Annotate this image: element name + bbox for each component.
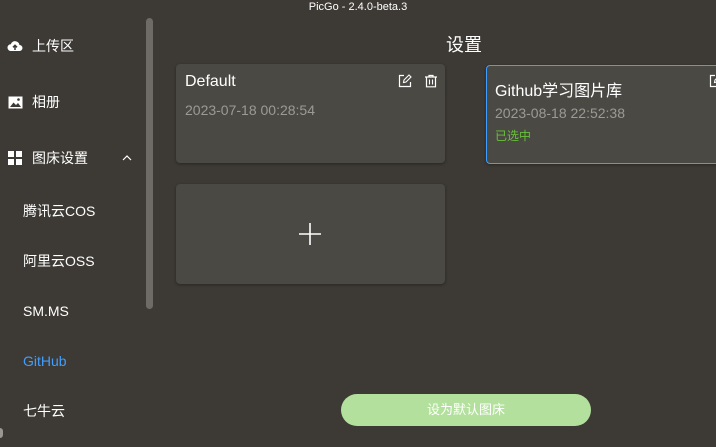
- sidebar-subitem-github[interactable]: GitHub: [23, 346, 143, 376]
- window-edge-handle: [0, 428, 3, 438]
- page-title: 设置: [446, 35, 482, 55]
- config-name: Github学习图片库: [495, 83, 623, 100]
- sidebar-subitem-smms[interactable]: SM.MS: [23, 296, 143, 326]
- sidebar-item-picbed-settings[interactable]: 图床设置: [0, 138, 145, 178]
- set-default-picbed-button[interactable]: 设为默认图床: [341, 394, 591, 426]
- plus-icon: [299, 223, 321, 245]
- sidebar-subitem-tencent-cos[interactable]: 腾讯云COS: [23, 196, 143, 226]
- sidebar: 上传区 相册 图床设置 腾讯云COS 阿里云OSS SM.MS GitHub 七…: [0, 14, 150, 447]
- sidebar-subitem-qiniu[interactable]: 七牛云: [23, 396, 143, 426]
- picgo-window: PicGo - 2.4.0-beta.3 上传区 相册 图床设置 腾讯云COS …: [0, 0, 716, 447]
- sidebar-item-upload[interactable]: 上传区: [0, 26, 145, 66]
- config-time: 2023-08-18 22:52:38: [495, 105, 625, 121]
- picture-icon: [7, 94, 23, 110]
- window-title: PicGo - 2.4.0-beta.3: [308, 1, 408, 13]
- sidebar-item-label: 图床设置: [32, 150, 88, 166]
- edit-icon[interactable]: [398, 74, 412, 88]
- edit-icon[interactable]: [709, 74, 716, 88]
- chevron-up-icon[interactable]: [121, 151, 133, 163]
- config-name: Default: [185, 73, 236, 90]
- config-card-default[interactable]: Default 2023-07-18 00:28:54: [176, 64, 445, 163]
- sidebar-subitem-aliyun-oss[interactable]: 阿里云OSS: [23, 246, 143, 276]
- sidebar-item-gallery[interactable]: 相册: [0, 82, 145, 122]
- sidebar-item-label: 相册: [32, 94, 60, 110]
- selected-status: 已选中: [495, 129, 532, 143]
- cloud-upload-icon: [7, 38, 23, 54]
- sidebar-scrollbar[interactable]: [146, 18, 153, 309]
- config-time: 2023-07-18 00:28:54: [185, 102, 315, 118]
- delete-icon[interactable]: [424, 74, 438, 88]
- sidebar-item-label: 上传区: [32, 38, 74, 54]
- add-config-card[interactable]: [176, 184, 445, 284]
- grid-icon: [7, 150, 23, 166]
- config-card-github[interactable]: Github学习图片库 2023-08-18 22:52:38 已选中: [486, 65, 716, 164]
